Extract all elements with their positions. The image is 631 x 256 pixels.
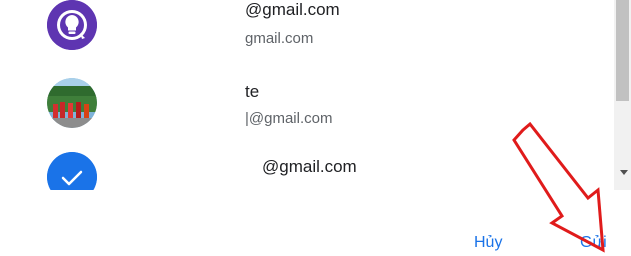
contact-item[interactable]: @gmail.com gmail.com [0,0,614,70]
contact-name: @gmail.com [245,0,340,19]
contact-item-selected[interactable]: @gmail.com [0,152,614,190]
scrollbar-thumb[interactable] [616,0,629,101]
contact-name: @gmail.com [262,157,357,176]
cancel-button[interactable]: Hủy [474,234,502,252]
scroll-down-arrow-icon[interactable] [620,170,628,175]
avatar [47,152,97,190]
photo-avatar [47,78,97,128]
contact-item[interactable]: te |@gmail.com [0,78,614,148]
avatar [47,0,97,50]
lightbulb-icon [47,0,97,50]
contact-email: |@gmail.com [245,110,333,127]
contact-email: gmail.com [245,30,314,47]
check-icon [47,152,97,190]
send-button[interactable]: Gửi [580,234,607,252]
contact-list: @gmail.com gmail.com te |@gmail.com @gma… [0,0,614,190]
contact-name: te [245,82,260,101]
avatar [47,78,97,128]
